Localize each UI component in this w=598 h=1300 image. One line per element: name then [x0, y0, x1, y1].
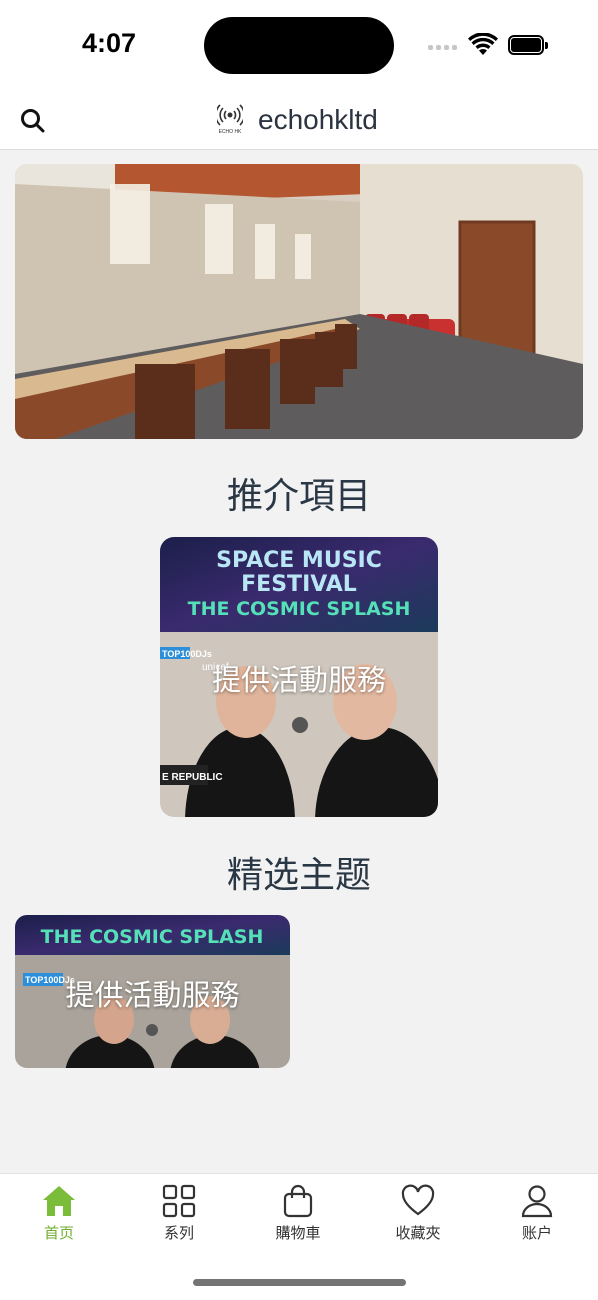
dynamic-island: [204, 17, 394, 74]
heart-icon: [401, 1184, 435, 1216]
poster-line3: THE COSMIC SPLASH: [188, 598, 411, 620]
tab-account[interactable]: 账户: [487, 1184, 587, 1243]
status-bar: 4:07: [0, 0, 598, 92]
status-time: 4:07: [82, 28, 137, 58]
bag-icon: [283, 1184, 313, 1218]
poster-caption: E REPUBLIC: [162, 772, 223, 783]
app-header: ECHO HK echohkltd: [0, 92, 598, 150]
brand[interactable]: ECHO HK echohkltd: [216, 102, 378, 138]
home-icon: [43, 1186, 75, 1216]
grid-icon: [162, 1184, 196, 1218]
tab-home[interactable]: 首页: [9, 1184, 109, 1243]
poster-line2: FESTIVAL: [241, 572, 357, 597]
recommended-card-label: 提供活動服務: [211, 663, 386, 697]
wifi-icon: [468, 33, 498, 55]
featured-section-title: 精选主题: [226, 855, 371, 896]
brand-logo: ECHO HK: [216, 102, 244, 138]
search-icon[interactable]: [18, 106, 48, 136]
hero-banner[interactable]: [15, 164, 583, 439]
battery-icon: [508, 35, 548, 55]
featured-card-label: 提供活動服務: [65, 978, 240, 1012]
tab-collections-label: 系列: [163, 1224, 194, 1242]
meeting-room-image: [15, 164, 583, 439]
thumb-poster-line3: THE COSMIC SPLASH: [41, 926, 264, 948]
tab-favorites[interactable]: 收藏夾: [368, 1184, 468, 1243]
poster-line1: SPACE MUSIC: [216, 548, 382, 573]
logo-text: ECHO HK: [218, 129, 242, 135]
tab-favorites-label: 收藏夾: [395, 1224, 441, 1242]
recommended-section-title: 推介項目: [226, 476, 371, 517]
recommended-card[interactable]: SPACE MUSIC FESTIVAL THE COSMIC SPLASH T…: [160, 537, 438, 817]
user-icon: [521, 1185, 553, 1218]
tab-cart[interactable]: 購物車: [248, 1184, 348, 1243]
home-indicator[interactable]: [193, 1279, 406, 1286]
featured-card[interactable]: THE COSMIC SPLASH TOP100DJs 提供活動服務: [15, 915, 290, 1068]
tab-account-label: 账户: [521, 1224, 552, 1242]
cellular-signal-icon: [428, 45, 457, 50]
tab-home-label: 首页: [43, 1224, 74, 1242]
brand-name: echohkltd: [258, 104, 378, 135]
tab-collections[interactable]: 系列: [129, 1184, 229, 1243]
tab-cart-label: 購物車: [275, 1224, 321, 1242]
broadcast-logo-icon: [217, 104, 243, 126]
